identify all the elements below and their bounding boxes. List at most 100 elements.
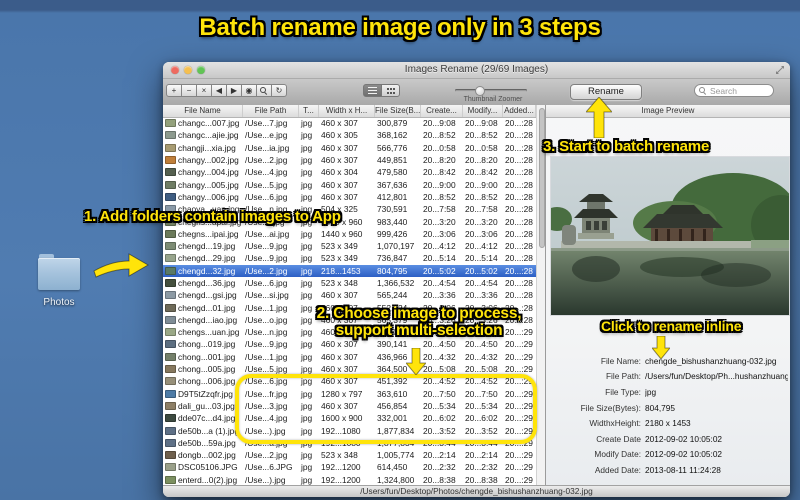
table-row[interactable]: DSC05106.JPG /Use...6.JPG jpg 192...1200… [163,461,536,473]
file-path-cell: /Use...si.jpg [245,290,289,301]
slider-knob[interactable] [475,85,485,96]
previous-button[interactable]: ◀ [211,84,227,97]
table-row[interactable]: changy...005.jpg /Use...5.jpg jpg 460 x … [163,178,536,190]
added-date-cell: 20...:29 [505,462,533,473]
added-date-cell: 20...:28 [505,142,533,153]
create-date-cell: 20...9:08 [423,118,456,129]
added-date-cell: 20...:28 [505,155,533,166]
column-header[interactable]: File Path [243,105,299,117]
vertical-scrollbar[interactable] [536,105,545,486]
column-header[interactable]: T... [299,105,319,117]
file-name-cell: chengd...iao.jpg [178,314,238,325]
table-row[interactable]: chengd...29.jpg /Use...9.jpg jpg 523 x 3… [163,252,536,264]
photos-folder-icon[interactable] [38,254,80,290]
rename-inline-arrow-icon [652,336,670,359]
create-date-cell: 20...8:20 [423,155,456,166]
file-thumbnail [165,401,176,410]
file-path-cell: /Use...9.jpg [245,241,288,252]
field-value: /Users/fun/Desktop/Ph...hushanzhuang-032… [645,371,788,382]
file-thumbnail [165,389,176,398]
column-header[interactable]: Added... [503,105,536,117]
create-date-cell: 20...5:08 [423,364,456,375]
added-date-cell: 20...:29 [505,450,533,461]
file-type-cell: jpg [301,351,313,362]
added-date-cell: 20...:28 [505,118,533,129]
resize-icon[interactable] [775,65,785,75]
column-header[interactable]: Create... [421,105,463,117]
column-header[interactable]: File Name [163,105,243,117]
column-header[interactable]: Width x H... [319,105,375,117]
table-row[interactable]: changji...xia.jpg /Use...ia.jpg jpg 460 … [163,142,536,154]
added-date-cell: 20...:28 [505,253,533,264]
search-input[interactable]: Search [694,84,774,97]
table-row[interactable]: changy...006.jpg /Use...6.jpg jpg 460 x … [163,191,536,203]
dimensions-cell: 523 x 349 [321,241,358,252]
refresh-button[interactable]: ↻ [271,84,287,97]
file-thumbnail [165,475,176,484]
search-button[interactable] [256,84,272,97]
column-header[interactable]: File Size(B... [375,105,421,117]
modify-date-cell: 20...3:06 [465,228,498,239]
title-bar[interactable]: Images Rename (29/69 Images) [163,62,790,79]
field-value: 2012-09-02 10:05:02 [645,449,723,460]
create-date-cell: 20...5:02 [423,265,456,276]
added-date-cell: 20...:28 [505,278,533,288]
table-row[interactable]: changc...007.jpg /Use...7.jpg jpg 460 x … [163,117,536,129]
dimensions-cell: 460 x 307 [321,118,358,129]
file-path-cell: /Use...6.jpg [245,191,288,202]
file-thumbnail [165,352,176,361]
delete-button[interactable]: × [196,84,212,97]
file-type-cell: jpg [301,228,313,239]
field-label: Create Date [596,433,641,444]
table-row[interactable]: chong...019.jpg /Use...9.jpg jpg 460 x 3… [163,338,536,350]
scrollbar-thumb[interactable] [538,108,545,248]
file-thumbnail [165,340,176,349]
file-type-cell: jpg [301,118,313,129]
file-thumbnail [165,156,176,165]
add-button[interactable]: + [166,84,182,97]
file-thumbnail [165,242,176,251]
quick-look-button[interactable]: ◉ [241,84,257,97]
thumbnail-zoomer-slider[interactable] [455,85,527,96]
table-row[interactable]: chengd...36.jpg /Use...6.jpg jpg 523 x 3… [163,277,536,289]
grid-view-button[interactable] [381,84,400,97]
create-date-cell: 20...4:50 [423,339,456,350]
file-type-cell: jpg [301,339,313,350]
create-date-cell: 20...0:58 [423,142,456,153]
remove-button[interactable]: − [181,84,197,97]
annotation-step1: 1. Add folders contain images to App [84,208,341,225]
file-size-cell: 368,162 [377,130,408,141]
dimensions-cell: 460 x 307 [321,339,358,350]
table-row[interactable]: changy...002.jpg /Use...2.jpg jpg 460 x … [163,154,536,166]
file-size-cell: 730,591 [377,204,408,215]
file-type-cell: jpg [301,278,313,288]
column-header[interactable]: Modify... [463,105,503,117]
dimensions-cell: 460 x 307 [321,155,358,166]
field-label: WidthxHeight: [589,418,641,429]
dimensions-cell: 523 x 348 [321,450,358,461]
table-row[interactable]: chong...001.jpg /Use...1.jpg jpg 460 x 3… [163,351,536,363]
table-row[interactable]: chegns...ipai.jpg /Use...ai.jpg jpg 1440… [163,228,536,240]
added-date-cell: 20...:29 [505,351,533,362]
file-name-cell: changji...xia.jpg [178,142,236,153]
create-date-cell: 20...8:42 [423,167,456,178]
file-path-cell: /Use...1.jpg [245,351,288,362]
table-row[interactable]: changy...004.jpg /Use...4.jpg jpg 460 x … [163,166,536,178]
added-date-cell: 20...:28 [505,191,533,202]
next-button[interactable]: ▶ [226,84,242,97]
annotation-step3: 3. Start to batch rename [543,138,710,155]
table-row[interactable]: changc...ajie.jpg /Use...e.jpg jpg 460 x… [163,129,536,141]
file-name-cell: changy...005.jpg [178,179,239,190]
table-row[interactable]: chengd...gsi.jpg /Use...si.jpg jpg 460 x… [163,289,536,301]
file-thumbnail [165,229,176,238]
file-path-cell: /Use...5.jpg [245,179,288,190]
list-view-button[interactable] [363,84,382,97]
table-row[interactable]: chengd...32.jpg /Use...2.jpg jpg 218...1… [163,264,536,277]
window-title: Images Rename (29/69 Images) [404,64,549,75]
file-type-cell: jpg [301,474,313,485]
file-name-cell: dali_gu...03.jpg [178,400,235,411]
added-date-cell: 20...:29 [505,474,533,485]
create-date-cell: 20...9:00 [423,179,456,190]
table-row[interactable]: dongb...002.jpg /Use...2.jpg jpg 523 x 3… [163,449,536,461]
table-row[interactable]: chengd...19.jpg /Use...9.jpg jpg 523 x 3… [163,240,536,252]
